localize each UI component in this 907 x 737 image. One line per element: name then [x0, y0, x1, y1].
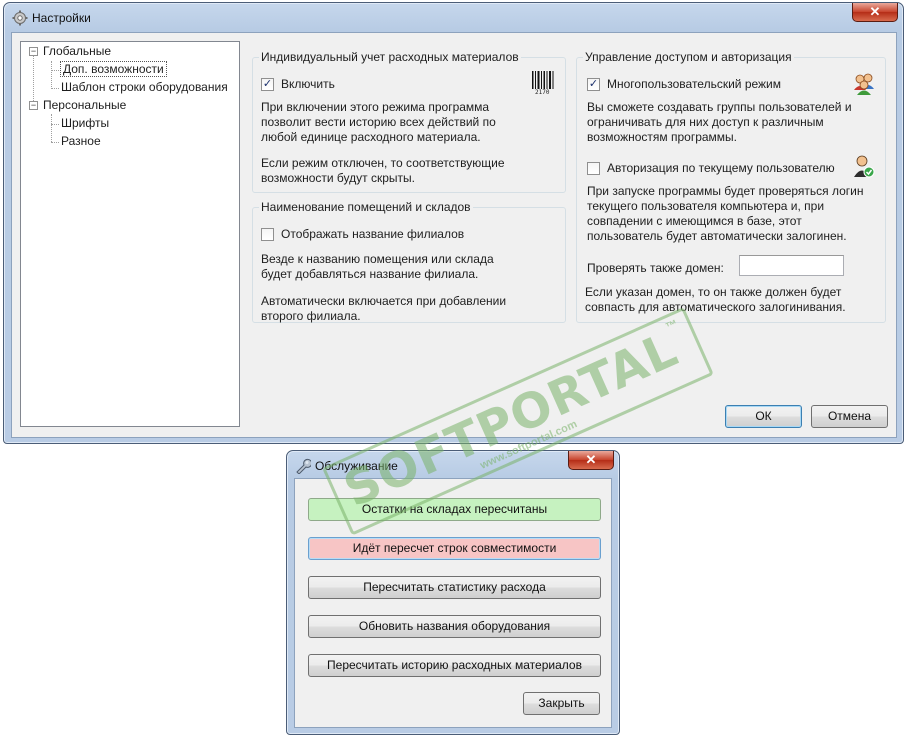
users-group-icon [854, 73, 874, 95]
stock-recalculated-button[interactable]: Остатки на складах пересчитаны [308, 498, 601, 521]
consumables-enable-label[interactable]: Включить [281, 77, 335, 91]
maintenance-client-area: Остатки на складах пересчитаны Идёт пере… [294, 478, 612, 728]
settings-window: Настройки ✕ − Глобальные Доп. возможност… [3, 2, 904, 444]
maintenance-close-button[interactable]: ✕ [568, 451, 614, 470]
domain-desc: Если указан домен, то он также должен бу… [585, 285, 846, 314]
auth-current-user-label[interactable]: Авторизация по текущему пользователю [607, 161, 835, 175]
settings-client-area: − Глобальные Доп. возможности Шаблон стр… [11, 32, 897, 438]
show-branch-name-checkbox[interactable] [261, 228, 274, 241]
barcode-number: 2170 [535, 89, 550, 96]
consumables-desc-2: Если режим отключен, то соответствующие … [261, 156, 505, 185]
tree-item-fonts[interactable]: Шрифты [61, 116, 109, 130]
tree-line [51, 70, 59, 71]
tree-item-equipment-template[interactable]: Шаблон строки оборудования [61, 80, 228, 94]
tree-line [51, 61, 52, 89]
consumables-group: Индивидуальный учет расходных материалов… [252, 50, 566, 193]
maintenance-window: Обслуживание ✕ Остатки на складах пересч… [286, 450, 620, 735]
rooms-desc-2: Автоматически включается при добавлении … [261, 294, 507, 323]
tree-line [51, 88, 59, 89]
auth-desc: При запуске программы будет проверяться … [587, 184, 864, 243]
consumables-enable-checkbox[interactable]: ✓ [261, 78, 274, 91]
user-check-icon [854, 155, 875, 178]
tree-line [51, 114, 52, 142]
rooms-desc-1: Везде к названию помещения или склада бу… [261, 252, 494, 281]
settings-title: Настройки [32, 11, 91, 25]
cancel-button[interactable]: Отмена [811, 405, 888, 428]
multiuser-checkbox[interactable]: ✓ [587, 78, 600, 91]
consumables-desc-1: При включении этого режима программа поз… [261, 100, 496, 144]
rooms-group-title: Наименование помещений и складов [259, 200, 473, 214]
wrench-icon [296, 458, 311, 474]
auth-current-user-checkbox[interactable] [587, 162, 600, 175]
domain-label: Проверять также домен: [587, 261, 724, 275]
tree-item-extra-features[interactable]: Доп. возможности [60, 61, 167, 77]
settings-close-button[interactable]: ✕ [852, 3, 898, 22]
rooms-group: Наименование помещений и складов Отображ… [252, 200, 566, 323]
tree-item-misc[interactable]: Разное [61, 134, 101, 148]
close-button[interactable]: Закрыть [523, 692, 600, 715]
access-group-title: Управление доступом и авторизация [583, 50, 794, 64]
tree-collapse-icon[interactable]: − [29, 47, 38, 56]
domain-input[interactable] [739, 255, 844, 276]
multiuser-desc: Вы сможете создавать группы пользователе… [587, 100, 852, 144]
tree-collapse-icon[interactable]: − [29, 101, 38, 110]
multiuser-label[interactable]: Многопользовательский режим [607, 77, 781, 91]
recalc-usage-stats-button[interactable]: Пересчитать статистику расхода [308, 576, 601, 599]
show-branch-name-label[interactable]: Отображать название филиалов [281, 227, 464, 241]
maintenance-title: Обслуживание [315, 459, 398, 473]
settings-tree[interactable]: − Глобальные Доп. возможности Шаблон стр… [20, 41, 240, 427]
access-group: Управление доступом и авторизация ✓ Мног… [576, 50, 886, 323]
tree-item-personal[interactable]: Персональные [43, 98, 126, 112]
maintenance-titlebar[interactable]: Обслуживание ✕ [287, 451, 619, 479]
tree-line [51, 124, 59, 125]
settings-titlebar[interactable]: Настройки ✕ [4, 3, 903, 31]
tree-item-global[interactable]: Глобальные [43, 44, 111, 58]
update-equipment-names-button[interactable]: Обновить названия оборудования [308, 615, 601, 638]
tree-line [51, 142, 59, 143]
compatibility-recalc-button[interactable]: Идёт пересчет строк совместимости [308, 537, 601, 560]
ok-button[interactable]: ОК [725, 405, 802, 428]
consumables-group-title: Индивидуальный учет расходных материалов [259, 50, 521, 64]
gear-icon [12, 10, 28, 26]
recalc-consumables-history-button[interactable]: Пересчитать историю расходных материалов [308, 654, 601, 677]
